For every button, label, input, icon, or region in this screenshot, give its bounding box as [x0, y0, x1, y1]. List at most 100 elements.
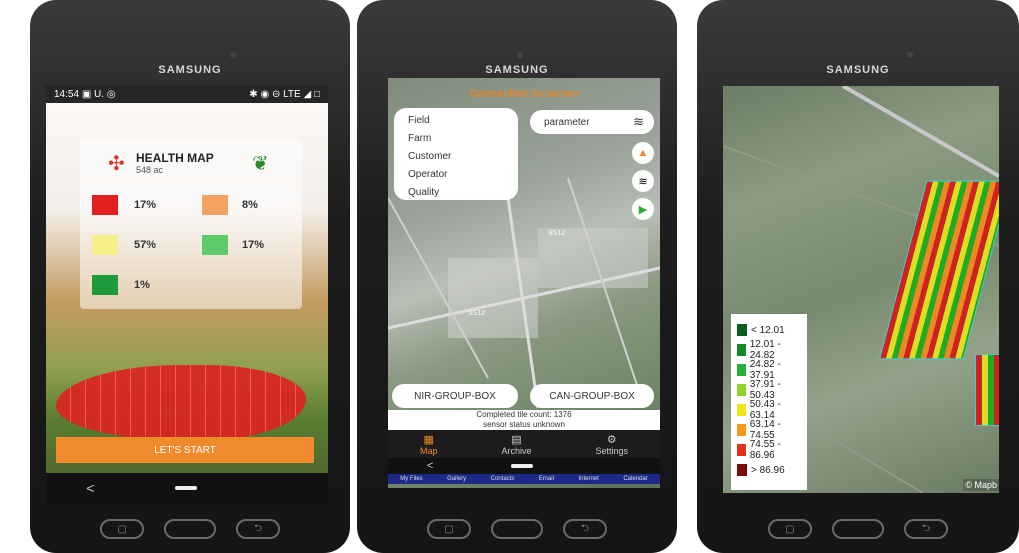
- layers-icon: ≋: [633, 114, 644, 129]
- gear-icon: ⚙: [606, 433, 617, 446]
- nav-back-button[interactable]: <: [427, 460, 433, 472]
- legend-pct-dark-green: 1%: [134, 279, 150, 291]
- play-icon[interactable]: ▶: [632, 198, 654, 220]
- drone-icon: ✣: [108, 153, 125, 175]
- legend-swatch: [737, 324, 747, 336]
- legend-swatch-light-green: [202, 235, 228, 255]
- dock-item[interactable]: Gallery: [447, 476, 466, 482]
- hardware-buttons: ▢ ⮌: [30, 519, 350, 539]
- status-left-icons: ▣ U. ◎: [81, 88, 116, 100]
- back-hw-button[interactable]: ⮌: [904, 519, 948, 539]
- legend-label: 74.55 - 86.96: [749, 439, 781, 461]
- legend-pct-light-green: 17%: [242, 239, 265, 251]
- road-label: SS12: [468, 310, 486, 317]
- legend-row: 37.91 - 50.43: [737, 379, 801, 401]
- filter-menu: Field Farm Customer Operator Quality: [394, 108, 518, 200]
- archive-icon: ▤: [511, 433, 522, 446]
- front-camera: [517, 52, 523, 58]
- home-button[interactable]: [832, 519, 884, 539]
- menu-item-quality[interactable]: Quality: [394, 184, 518, 202]
- legend-swatch-dark-green: [92, 275, 118, 295]
- legend-swatch-orange: [202, 195, 228, 215]
- nav-bar: <: [388, 458, 660, 474]
- parameter-label: parameter: [544, 116, 590, 128]
- legend-swatch: [737, 404, 746, 416]
- page-title: HEALTH MAP: [136, 151, 214, 165]
- brand-logo: SAMSUNG: [826, 64, 890, 76]
- legend-row: > 86.96: [737, 460, 801, 480]
- menu-item-farm[interactable]: Farm: [394, 130, 518, 148]
- legend-pct-orange: 8%: [242, 199, 258, 211]
- hardware-buttons: ▢ ⮌: [357, 519, 677, 539]
- layers-toggle-icon[interactable]: ≋: [632, 170, 654, 192]
- nav-back-button[interactable]: <: [86, 480, 94, 496]
- legend-row: 50.43 - 63.14: [737, 399, 801, 421]
- legend-pct-yellow: 57%: [134, 239, 157, 251]
- sensor-status: sensor status unknown: [483, 420, 565, 429]
- menu-item-customer[interactable]: Customer: [394, 148, 518, 166]
- map-screen: Connection to server Field Farm Customer…: [388, 78, 660, 488]
- field-plot[interactable]: [975, 354, 999, 426]
- yield-map-screen[interactable]: < 12.01 12.01 - 24.82 24.82 - 37.91 37.9…: [723, 86, 999, 493]
- dock-item[interactable]: My Files: [400, 476, 422, 482]
- dock-item[interactable]: Contacts: [491, 476, 515, 482]
- dock-item[interactable]: Internet: [578, 476, 598, 482]
- map-icon: ▦: [423, 433, 434, 446]
- tab-label: Settings: [595, 445, 628, 456]
- compass-icon[interactable]: ▲: [632, 142, 654, 164]
- legend-pct-red: 17%: [134, 199, 157, 211]
- legend-row: 24.82 - 37.91: [737, 359, 801, 381]
- hardware-buttons: ▢ ⮌: [697, 519, 1019, 539]
- field-health-grid: [56, 365, 306, 440]
- legend-row: 74.55 - 86.96: [737, 439, 801, 461]
- front-camera: [230, 52, 236, 58]
- area-subtitle: 548 ac: [136, 165, 164, 175]
- tab-settings[interactable]: ⚙ Settings: [595, 430, 628, 458]
- recent-apps-button[interactable]: ▢: [768, 519, 812, 539]
- back-hw-button[interactable]: ⮌: [563, 519, 607, 539]
- app-dock: My Files Gallery Contacts Email Internet…: [388, 474, 660, 484]
- nav-home-pill[interactable]: [175, 486, 198, 490]
- menu-item-field[interactable]: Field: [394, 112, 518, 130]
- legend-label: > 86.96: [751, 464, 785, 476]
- legend-row: < 12.01: [737, 320, 801, 340]
- legend-label: < 12.01: [751, 324, 785, 336]
- tab-label: Archive: [501, 445, 532, 456]
- brand-logo: SAMSUNG: [485, 64, 549, 76]
- tab-archive[interactable]: ▤ Archive: [501, 430, 531, 458]
- legend-row: 12.01 - 24.82: [737, 339, 801, 361]
- dock-item[interactable]: Email: [539, 476, 554, 482]
- legend-swatch: [737, 364, 746, 376]
- status-time: 14:54: [54, 88, 80, 100]
- legend-row: 63.14 - 74.55: [737, 419, 801, 441]
- legend-label: 37.91 - 50.43: [749, 379, 781, 401]
- tile-status: Completed tile count: 1376 sensor status…: [388, 410, 660, 430]
- nav-home-pill[interactable]: [511, 464, 534, 468]
- back-hw-button[interactable]: ⮌: [236, 519, 280, 539]
- recent-apps-button[interactable]: ▢: [100, 519, 144, 539]
- dock-item[interactable]: Calendar: [623, 476, 647, 482]
- connection-status: Connection to server: [468, 88, 580, 100]
- brand-logo: SAMSUNG: [158, 64, 222, 76]
- legend-label: 63.14 - 74.55: [749, 419, 781, 441]
- road-label: SS12: [548, 230, 566, 237]
- home-button[interactable]: [491, 519, 543, 539]
- map-attribution[interactable]: © Mapb: [963, 479, 999, 491]
- bottom-tabs: ▦ Map ▤ Archive ⚙ Settings: [388, 430, 660, 458]
- legend-swatch-red: [92, 195, 118, 215]
- lets-start-button[interactable]: LET'S START: [56, 437, 314, 463]
- status-right-icons: ✱ ◉ ⊝ LTE ◢ □: [249, 88, 320, 100]
- legend-label: 24.82 - 37.91: [749, 359, 781, 381]
- home-button[interactable]: [164, 519, 216, 539]
- tab-map[interactable]: ▦ Map: [420, 430, 438, 458]
- legend-label: 12.01 - 24.82: [749, 339, 781, 361]
- status-bar: 14:54 ▣ U. ◎ ✱ ◉ ⊝ LTE ◢ □: [46, 85, 328, 103]
- recent-apps-button[interactable]: ▢: [427, 519, 471, 539]
- nir-group-box-button[interactable]: NIR-GROUP-BOX: [392, 384, 518, 408]
- legend-swatch-yellow: [92, 235, 118, 255]
- parameter-button[interactable]: parameter ≋: [530, 110, 654, 134]
- tab-label: Map: [419, 445, 438, 456]
- can-group-box-button[interactable]: CAN-GROUP-BOX: [530, 384, 654, 408]
- legend-swatch: [737, 344, 746, 356]
- menu-item-operator[interactable]: Operator: [394, 166, 518, 184]
